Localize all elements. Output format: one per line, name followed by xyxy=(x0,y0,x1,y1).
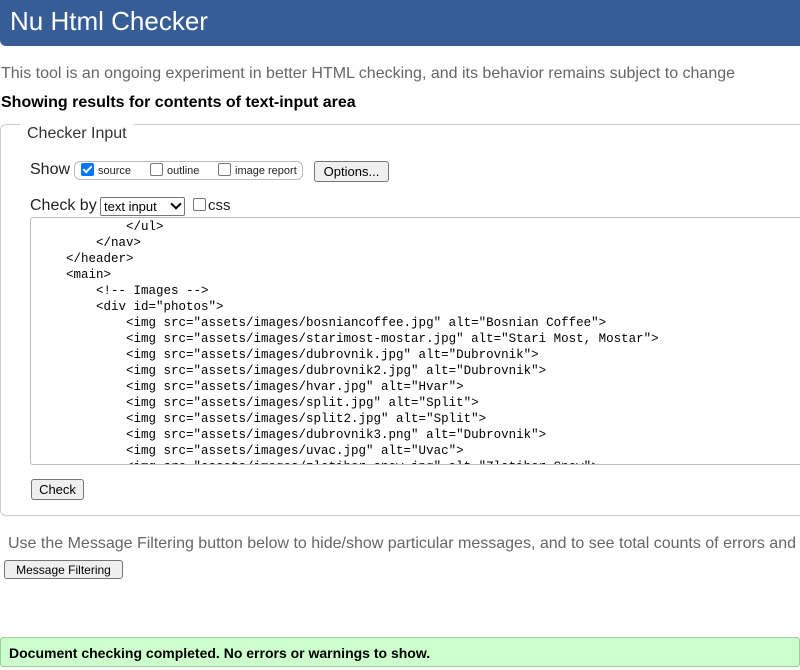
source-checkbox[interactable] xyxy=(81,163,94,176)
check-by-label: Check by xyxy=(30,197,97,214)
source-line: <img src="assets/images/dubrovnik.jpg" a… xyxy=(126,348,539,362)
source-line: </ul> xyxy=(126,220,164,234)
check-by-selected-value: text input xyxy=(104,199,157,214)
source-line: <!-- Images --> xyxy=(96,284,209,298)
css-checkbox[interactable] xyxy=(193,198,206,211)
source-line: <img src="assets/images/hvar.jpg" alt="H… xyxy=(126,380,464,394)
source-line: <main> xyxy=(66,268,112,282)
check-button[interactable]: Check xyxy=(31,479,84,500)
source-textarea[interactable]: </ul> </nav> </header> <main> <!-- Image… xyxy=(30,217,800,465)
app-title: Nu Html Checker xyxy=(10,6,208,36)
source-line: <div id="photos"> xyxy=(96,300,224,314)
css-label: css xyxy=(208,197,231,214)
image-report-checkbox[interactable] xyxy=(218,163,231,176)
source-line: <img src="assets/images/split.jpg" alt="… xyxy=(126,396,479,410)
status-message: Document checking completed. No errors o… xyxy=(9,645,431,661)
tagline: This tool is an ongoing experiment in be… xyxy=(1,65,736,82)
message-filtering-note: Use the Message Filtering button below t… xyxy=(8,535,796,552)
status-message-box: Document checking completed. No errors o… xyxy=(0,637,800,667)
checker-input-legend: Checker Input xyxy=(20,124,134,144)
app-header: Nu Html Checker xyxy=(0,0,800,46)
check-by-select[interactable]: text input xyxy=(100,197,185,216)
image-report-option-label: image report xyxy=(235,165,297,177)
outline-checkbox[interactable] xyxy=(150,163,163,176)
source-line: <img src="assets/images/bosniancoffee.jp… xyxy=(126,316,607,330)
source-code: </ul> </nav> </header> <main> <!-- Image… xyxy=(36,219,659,464)
source-line: </header> xyxy=(66,252,134,266)
source-line: <img src="assets/images/dubrovnik2.jpg" … xyxy=(126,364,547,378)
source-line: <img src="assets/images/uvac.jpg" alt="U… xyxy=(126,444,464,458)
options-button[interactable]: Options... xyxy=(314,161,389,182)
message-filtering-button[interactable]: Message Filtering xyxy=(4,560,123,579)
source-line: <img src="assets/images/dubrovnik3.png" … xyxy=(126,428,547,442)
outline-option-label: outline xyxy=(167,165,200,177)
source-line: <img src="assets/images/starimost-mostar… xyxy=(126,332,659,346)
source-line: </nav> xyxy=(96,236,142,250)
show-label: Show xyxy=(30,161,71,178)
chevron-down-icon xyxy=(170,198,182,210)
source-option-label: source xyxy=(98,165,132,177)
source-line: <img src="assets/images/split2.jpg" alt=… xyxy=(126,412,487,426)
source-line: <img src="assets/images/zlatibor-snow.jp… xyxy=(36,460,599,464)
results-heading: Showing results for contents of text-inp… xyxy=(1,94,356,111)
